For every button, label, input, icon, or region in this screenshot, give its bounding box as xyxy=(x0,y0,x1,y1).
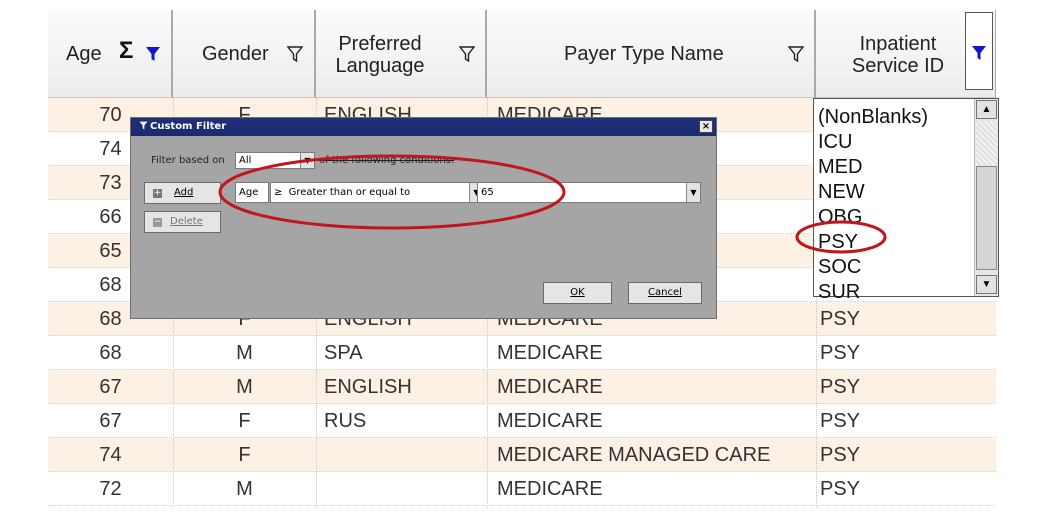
close-button[interactable]: × xyxy=(699,120,713,133)
cell-language: ENGLISH xyxy=(324,376,412,398)
filter-list-item[interactable]: SOC xyxy=(818,255,861,279)
cell-payer: MEDICARE MANAGED CARE xyxy=(497,444,771,466)
cell-age: 67 xyxy=(99,410,122,432)
chevron-down-icon[interactable]: ▼ xyxy=(300,153,314,168)
cell-language: RUS xyxy=(324,410,367,432)
column-header-age[interactable]: Age Σ xyxy=(48,10,173,98)
filter-mode-select[interactable]: All ▼ xyxy=(235,152,315,169)
add-label: Add xyxy=(174,187,194,198)
add-condition-button[interactable]: + Add xyxy=(144,182,221,204)
table-row[interactable]: 68 M SPA MEDICARE PSY xyxy=(48,336,996,370)
cell-service: PSY xyxy=(820,376,861,398)
condition-value: 65 xyxy=(481,187,494,198)
cell-language xyxy=(324,472,484,506)
table-row[interactable]: 72 M MEDICARE PSY xyxy=(48,472,996,506)
cell-service: PSY xyxy=(820,478,861,500)
payer-header-label: Payer Type Name xyxy=(564,43,724,65)
filter-based-on-label: Filter based on xyxy=(151,155,225,166)
cell-gender: M xyxy=(236,376,253,398)
cell-age: 68 xyxy=(99,342,122,364)
cell-age: 72 xyxy=(99,478,122,500)
cell-payer: MEDICARE xyxy=(497,478,603,500)
cancel-label: Cancel xyxy=(648,287,682,298)
minus-icon: − xyxy=(153,217,162,227)
table-row[interactable]: 74 F MEDICARE MANAGED CARE PSY xyxy=(48,438,996,472)
cell-age: 74 xyxy=(99,444,122,466)
dropdown-button[interactable] xyxy=(965,12,993,90)
age-header-label: Age xyxy=(66,43,102,65)
cell-gender: F xyxy=(238,444,251,466)
scroll-up-button[interactable]: ▲ xyxy=(976,100,997,119)
cancel-button[interactable]: Cancel xyxy=(628,282,702,304)
ok-label: OK xyxy=(570,287,585,298)
column-header-inpatient[interactable]: Inpatient Service ID xyxy=(816,10,996,98)
cell-gender: F xyxy=(238,410,251,432)
scroll-down-button[interactable]: ▼ xyxy=(976,275,997,294)
table-row[interactable]: 67 M ENGLISH MEDICARE PSY xyxy=(48,370,996,404)
field-value: Age xyxy=(239,187,259,198)
cell-gender: M xyxy=(236,342,253,364)
dialog-title: Custom Filter xyxy=(150,121,227,132)
cell-gender: M xyxy=(236,478,253,500)
filter-list-item[interactable]: PSY xyxy=(818,230,858,254)
table-row[interactable]: 67 F RUS MEDICARE PSY xyxy=(48,404,996,438)
filter-list-item[interactable]: (NonBlanks) xyxy=(818,105,928,129)
column-header-gender[interactable]: Gender xyxy=(173,10,316,98)
ok-button[interactable]: OK xyxy=(543,282,612,304)
condition-operator-select[interactable]: ≥ Greater than or equal to ▼ xyxy=(270,182,484,203)
cell-payer: MEDICARE xyxy=(497,376,603,398)
plus-icon: + xyxy=(153,188,162,198)
filter-mode-value: All xyxy=(239,155,252,166)
cell-age: 67 xyxy=(99,376,122,398)
delete-condition-button[interactable]: − Delete xyxy=(144,211,221,233)
filter-icon[interactable] xyxy=(287,46,303,62)
dialog-title-bar: Custom Filter × xyxy=(131,118,716,136)
cell-payer: MEDICARE xyxy=(497,342,603,364)
column-header-language[interactable]: Preferred Language xyxy=(316,10,487,98)
scroll-track[interactable] xyxy=(976,121,997,165)
filter-list-item[interactable]: NEW xyxy=(818,180,865,204)
header-row: Age Σ Gender Preferred Language Payer Ty… xyxy=(48,10,996,98)
sigma-icon[interactable]: Σ xyxy=(119,39,133,63)
condition-value-input[interactable]: 65 ▼ xyxy=(477,182,701,203)
conditions-text: of the following conditions: xyxy=(319,155,455,166)
cell-language: SPA xyxy=(324,342,363,364)
active-filter-icon xyxy=(972,46,986,60)
scroll-thumb[interactable] xyxy=(976,166,997,270)
operator-symbol: ≥ xyxy=(274,187,283,198)
cell-service: PSY xyxy=(820,410,861,432)
cell-service: PSY xyxy=(820,308,861,330)
cell-service: PSY xyxy=(820,444,861,466)
language-header-label: Preferred Language xyxy=(335,33,425,77)
custom-filter-dialog: Custom Filter × Filter based on All ▼ of… xyxy=(130,117,717,319)
inpatient-header-label: Inpatient Service ID xyxy=(851,33,945,77)
chevron-down-icon[interactable]: ▼ xyxy=(686,183,700,202)
service-id-filter-list[interactable]: (NonBlanks) ICU MED NEW OBG PSY SOC SUR ▲ ▼ xyxy=(813,98,999,303)
operator-text: Greater than or equal to xyxy=(288,187,411,198)
scrollbar[interactable]: ▲ ▼ xyxy=(974,99,998,296)
cell-service: PSY xyxy=(820,342,861,364)
cell-payer: MEDICARE xyxy=(497,410,603,432)
filter-list-item[interactable]: ICU xyxy=(818,130,852,154)
cell-language xyxy=(324,438,484,472)
filter-icon xyxy=(139,121,148,130)
filter-list-item[interactable]: MED xyxy=(818,155,862,179)
active-filter-icon[interactable] xyxy=(145,46,161,62)
filter-list-item[interactable]: SUR xyxy=(818,280,860,304)
condition-field[interactable]: Age xyxy=(235,182,269,203)
filter-icon[interactable] xyxy=(459,46,475,62)
delete-label: Delete xyxy=(170,216,203,227)
gender-header-label: Gender xyxy=(202,43,269,65)
column-header-payer[interactable]: Payer Type Name xyxy=(487,10,816,98)
filter-list-item[interactable]: OBG xyxy=(818,205,862,229)
filter-icon[interactable] xyxy=(788,46,804,62)
